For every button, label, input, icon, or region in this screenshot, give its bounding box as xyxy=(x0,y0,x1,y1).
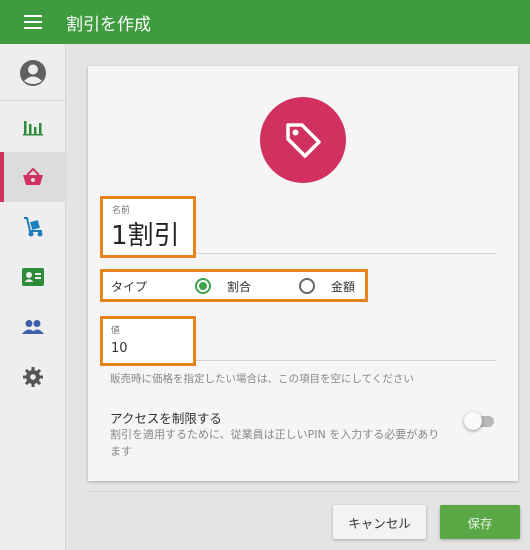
name-field-value: 1割引 xyxy=(111,221,180,251)
id-card-icon xyxy=(22,268,44,286)
radio-amount-label[interactable]: 金額 xyxy=(331,278,355,295)
value-helper-text: 販売時に価格を指定したい場合は、この項目を空にしてください xyxy=(110,373,414,385)
sidebar-item-employees[interactable] xyxy=(0,302,66,352)
restrict-access-title: アクセスを制限する xyxy=(110,411,222,426)
radio-percentage[interactable] xyxy=(195,278,211,294)
footer-divider xyxy=(88,491,518,492)
hand-truck-icon xyxy=(24,217,43,237)
basket-icon xyxy=(23,167,43,185)
app-bar: 割引を作成 xyxy=(0,0,530,44)
sidebar-item-discounts[interactable] xyxy=(0,152,66,202)
name-field[interactable]: 名前 1割引 xyxy=(100,196,196,258)
tag-icon xyxy=(286,123,321,158)
cancel-button[interactable]: キャンセル xyxy=(333,505,426,539)
discount-form-card: 名前 1割引 タイプ 割合 金額 値 10 販売時に価格を指定したい場合は、この… xyxy=(88,66,518,481)
hamburger-menu-icon xyxy=(24,15,42,29)
radio-percentage-label[interactable]: 割合 xyxy=(227,278,251,295)
type-label: タイプ xyxy=(111,280,148,294)
menu-button[interactable] xyxy=(0,0,66,44)
page-title: 割引を作成 xyxy=(66,14,151,35)
value-field-caption: 値 xyxy=(111,326,121,336)
account-circle-icon xyxy=(20,60,46,86)
save-button[interactable]: 保存 xyxy=(440,505,520,539)
value-field-underline xyxy=(196,360,496,361)
sidebar-item-reports[interactable] xyxy=(0,102,66,152)
sidebar-item-settings[interactable] xyxy=(0,352,66,402)
sidebar-item-account[interactable] xyxy=(0,48,66,98)
sidebar xyxy=(0,44,66,550)
tag-avatar xyxy=(260,97,346,183)
gear-icon xyxy=(23,367,43,387)
bar-chart-icon xyxy=(23,121,43,136)
value-field[interactable]: 値 10 xyxy=(100,316,196,366)
type-selector: タイプ 割合 金額 xyxy=(100,269,368,302)
restrict-access-description: 割引を適用するために、従業員は正しいPIN を入力する必要があります xyxy=(110,428,440,458)
radio-amount[interactable] xyxy=(299,278,315,294)
people-icon xyxy=(22,320,44,334)
name-field-underline xyxy=(196,253,496,254)
value-field-value: 10 xyxy=(111,341,128,356)
restrict-access-toggle-thumb[interactable] xyxy=(464,412,482,430)
sidebar-item-customers[interactable] xyxy=(0,252,66,302)
sidebar-item-delivery[interactable] xyxy=(0,202,66,252)
sidebar-divider xyxy=(0,100,66,101)
